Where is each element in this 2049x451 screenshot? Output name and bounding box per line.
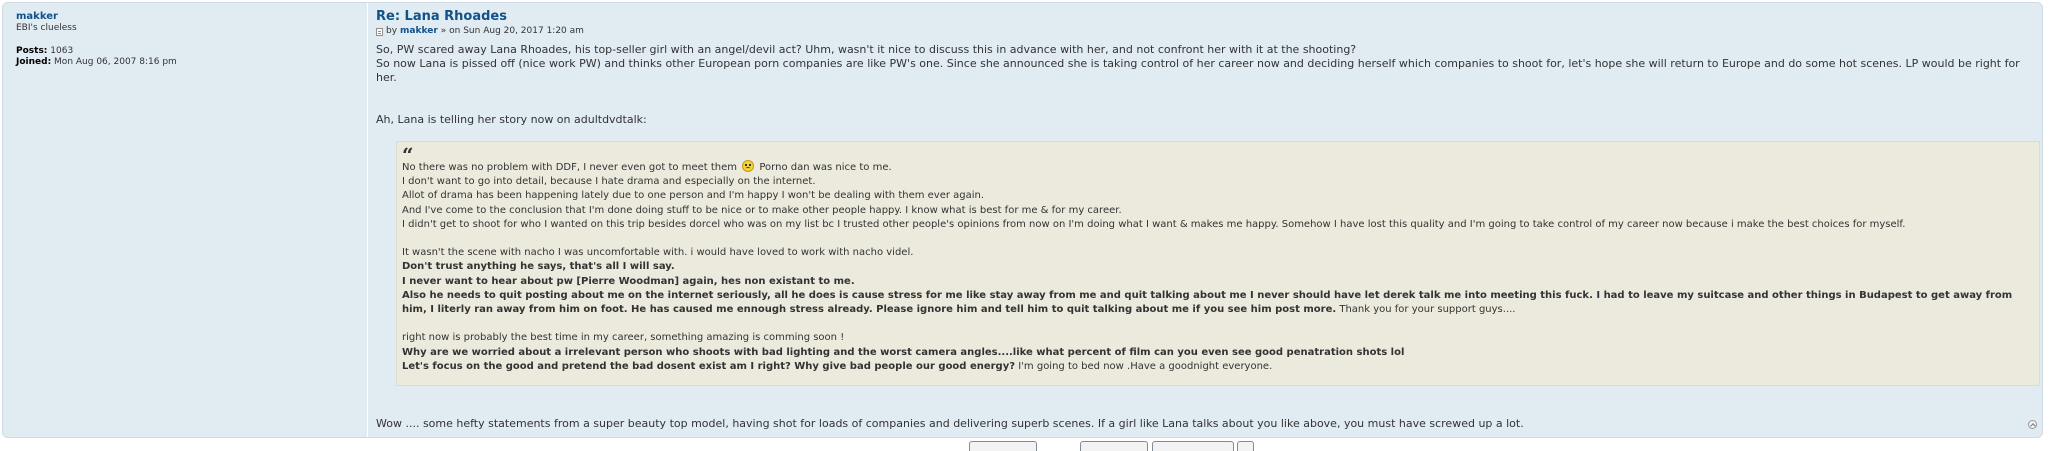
quote-text: I'm going to bed now .Have a goodnight e… xyxy=(1015,360,1273,372)
post-paragraph-1a: So, PW scared away Lana Rhoades, his top… xyxy=(376,43,1357,56)
confused-smiley-icon xyxy=(742,160,755,172)
post-content: So, PW scared away Lana Rhoades, his top… xyxy=(376,43,2040,386)
quote-line-bold: I never want to hear about pw [Pierre Wo… xyxy=(402,275,855,287)
post-author-link[interactable]: makker xyxy=(400,26,438,37)
quote-block: “ No there was no problem with DDF, I ne… xyxy=(396,141,2040,386)
profile-stats: Posts: 1063 Joined: Mon Aug 06, 2007 8:1… xyxy=(16,46,367,68)
profile-joined-value: Mon Aug 06, 2007 8:16 pm xyxy=(54,57,177,67)
quote-text: Thank you for your support guys.... xyxy=(1336,304,1516,316)
quote-line: And I've come to the conclusion that I'm… xyxy=(402,204,1122,216)
quote-mark-icon: “ xyxy=(402,143,414,167)
quote-line: right now is probably the best time in m… xyxy=(402,332,845,344)
profile-posts-label: Posts: xyxy=(16,46,48,56)
action-bar-stub xyxy=(0,441,2049,451)
post-meta-by: by xyxy=(386,26,398,36)
quote-line-bold: Don't trust anything he says, that's all… xyxy=(402,261,675,273)
quote-line-bold: Why are we worried about a irrelevant pe… xyxy=(402,346,1405,358)
post-title[interactable]: Re: Lana Rhoades xyxy=(376,9,2032,24)
quote-text-bold: Let's focus on the good and pretend the … xyxy=(402,360,1016,372)
profile-posts: Posts: 1063 xyxy=(16,46,367,57)
quote-line-text: Porno dan was nice to me. xyxy=(759,162,892,173)
quote-line: Let's focus on the good and pretend the … xyxy=(402,360,2034,374)
quote-line: It wasn't the scene with nacho I was unc… xyxy=(402,247,914,259)
profile-joined: Joined: Mon Aug 06, 2007 8:16 pm xyxy=(16,57,367,68)
profile-joined-label: Joined: xyxy=(16,57,52,67)
quote-text-bold: Also he needs to quit posting about me o… xyxy=(402,289,2013,316)
quote-line: No there was no problem with DDF, I neve… xyxy=(402,160,2034,175)
post-icon[interactable] xyxy=(376,27,383,36)
forum-post: makker EBI's clueless Posts: 1063 Joined… xyxy=(2,2,2043,438)
quote-line: I didn't get to shoot for who I wanted o… xyxy=(402,218,1906,230)
post-meta: by makker » on Sun Aug 20, 2017 1:20 am xyxy=(376,26,2032,37)
quote-paragraph: Also he needs to quit posting about me o… xyxy=(402,289,2034,317)
profile-username-link[interactable]: makker xyxy=(16,11,58,22)
post-paragraph-2: Ah, Lana is telling her story now on adu… xyxy=(376,113,647,126)
profile-posts-value[interactable]: 1063 xyxy=(50,46,73,56)
back-to-top-icon[interactable] xyxy=(2028,420,2037,429)
post-closing-paragraph: Wow .... some hefty statements from a su… xyxy=(376,417,1524,430)
post-profile: makker EBI's clueless Posts: 1063 Joined… xyxy=(3,3,368,437)
profile-rank: EBI's clueless xyxy=(16,23,77,33)
quote-line-text: No there was no problem with DDF, I neve… xyxy=(402,162,737,173)
quote-line: Allot of drama has been happening lately… xyxy=(402,190,985,202)
post-paragraph-1b: So now Lana is pissed off (nice work PW)… xyxy=(376,57,2020,84)
post-date: » on Sun Aug 20, 2017 1:20 am xyxy=(440,26,584,36)
quote-line: I don't want to go into detail, because … xyxy=(402,176,816,188)
post-body: Re: Lana Rhoades by makker » on Sun Aug … xyxy=(376,9,2040,386)
